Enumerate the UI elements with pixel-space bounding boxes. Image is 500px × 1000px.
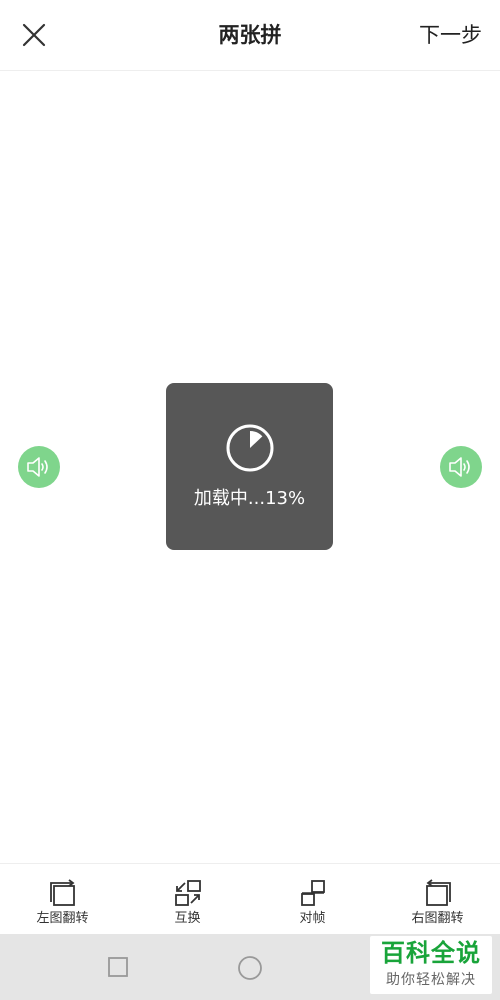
next-button[interactable]: 下一步 xyxy=(419,20,482,50)
flip-right-icon xyxy=(426,879,451,906)
page-title: 两张拼 xyxy=(218,23,282,47)
left-audio-button[interactable] xyxy=(18,446,60,488)
right-audio-button[interactable] xyxy=(440,446,482,488)
bottom-toolbar: 左图翻转 互换 对帧 右图翻转 xyxy=(0,863,500,935)
swap-button[interactable]: 互换 xyxy=(125,864,250,935)
speaker-icon xyxy=(449,457,470,477)
top-bar: 两张拼 下一步 xyxy=(0,0,500,71)
recent-apps-button[interactable] xyxy=(105,954,131,980)
flip-left-icon xyxy=(50,879,75,906)
flip-right-label: 右图翻转 xyxy=(411,911,464,926)
flip-left-button[interactable]: 左图翻转 xyxy=(0,864,125,935)
align-frames-icon xyxy=(301,880,325,906)
progress-pie-icon xyxy=(226,424,274,472)
recent-apps-icon xyxy=(108,957,128,977)
progress-pie-slice xyxy=(250,431,263,448)
align-frames-button[interactable]: 对帧 xyxy=(250,864,375,935)
watermark-title: 百科全说 xyxy=(381,939,481,967)
close-button[interactable] xyxy=(14,15,54,55)
loading-text: 加载中...13% xyxy=(193,488,306,509)
swap-icon xyxy=(175,880,201,906)
home-icon xyxy=(238,956,262,980)
watermark-logo: 百科全说 助你轻松解决 xyxy=(370,936,492,994)
speaker-icon xyxy=(27,457,48,477)
home-button[interactable] xyxy=(236,954,262,980)
flip-left-label: 左图翻转 xyxy=(36,911,89,926)
flip-right-button[interactable]: 右图翻转 xyxy=(375,864,500,935)
swap-label: 互换 xyxy=(174,911,201,926)
loading-dialog: 加载中...13% xyxy=(166,383,333,550)
close-icon xyxy=(22,23,46,47)
watermark-subtitle: 助你轻松解决 xyxy=(386,972,476,988)
align-frames-label: 对帧 xyxy=(299,911,326,926)
